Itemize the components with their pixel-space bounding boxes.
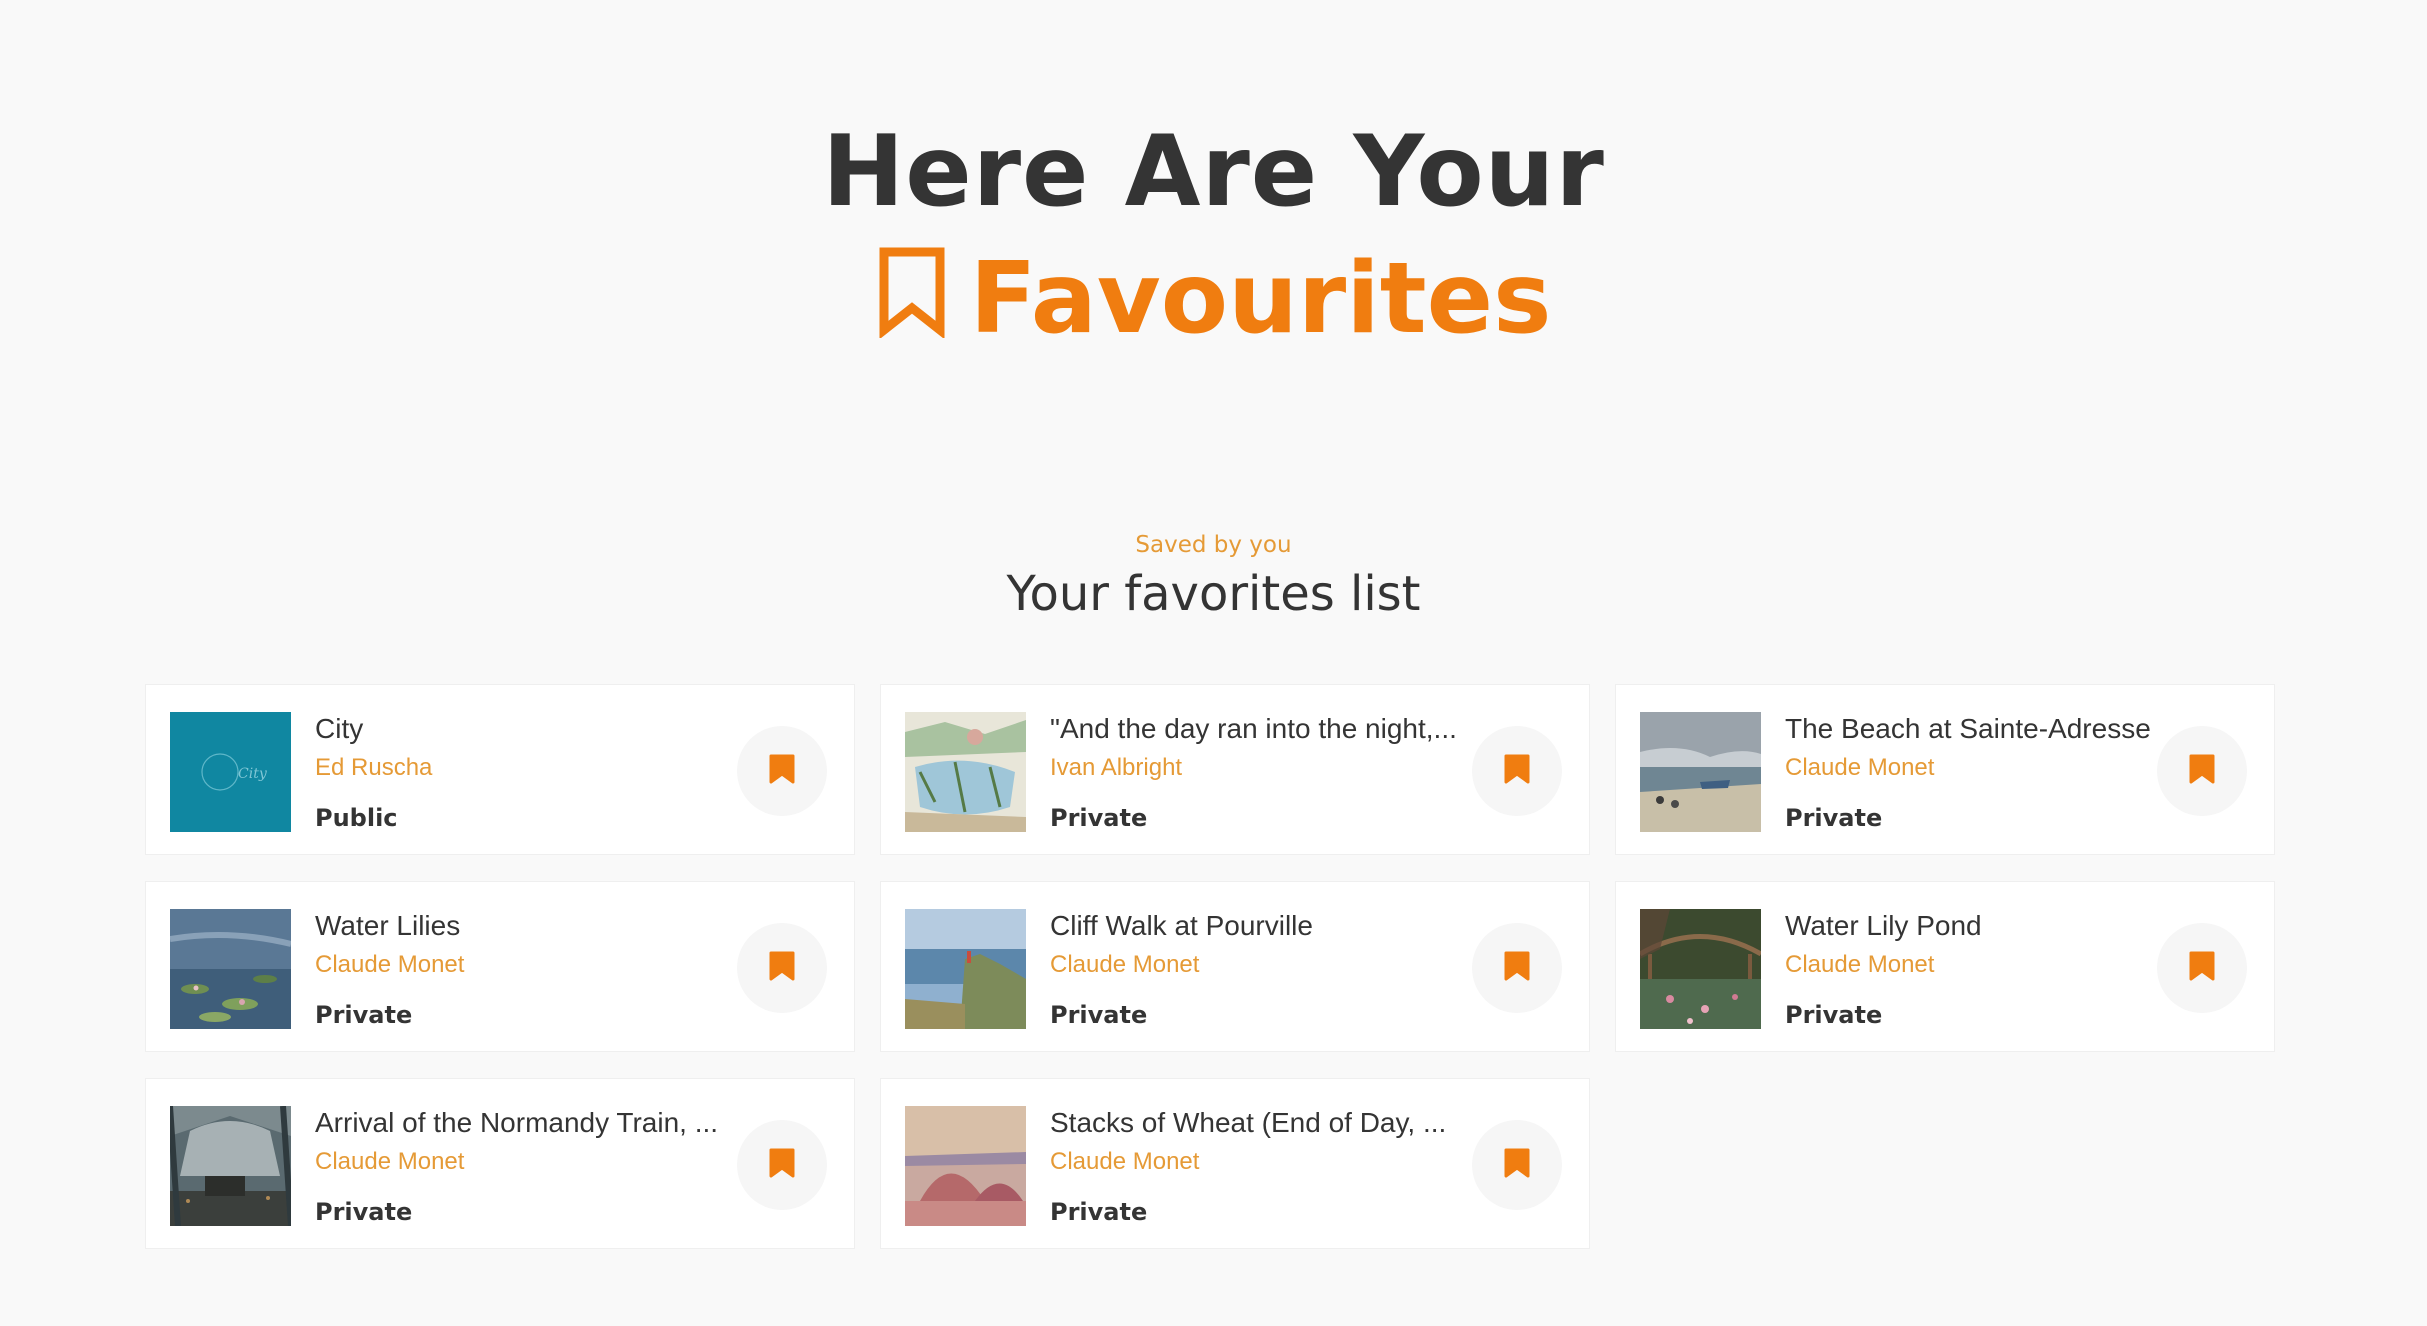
artist-name[interactable]: Claude Monet <box>1050 948 1469 982</box>
svg-text:City: City <box>238 766 268 782</box>
artwork-title[interactable]: Arrival of the Normandy Train, ... <box>315 1105 734 1141</box>
artist-name[interactable]: Claude Monet <box>315 1145 734 1179</box>
artwork-thumbnail[interactable] <box>1640 712 1761 832</box>
remove-favorite-button[interactable] <box>737 923 827 1013</box>
artist-name[interactable]: Claude Monet <box>1785 751 2154 785</box>
remove-favorite-button[interactable] <box>737 1120 827 1210</box>
bookmark-filled-icon <box>1504 754 1530 788</box>
favorite-card[interactable]: Water Lilies Claude Monet Private <box>145 881 855 1052</box>
visibility-label: Private <box>1785 804 1883 832</box>
artwork-title[interactable]: Stacks of Wheat (End of Day, ... <box>1050 1105 1469 1141</box>
bookmark-filled-icon <box>769 1148 795 1182</box>
artwork-title[interactable]: Water Lily Pond <box>1785 908 2154 944</box>
artwork-thumbnail[interactable]: City <box>170 712 291 832</box>
artwork-title[interactable]: Water Lilies <box>315 908 734 944</box>
artwork-thumbnail[interactable] <box>167 1105 294 1227</box>
visibility-label: Private <box>1050 804 1148 832</box>
favorite-card[interactable]: City City Ed Ruscha Public <box>145 684 855 855</box>
artist-name[interactable]: Ivan Albright <box>1050 751 1469 785</box>
favorite-card[interactable]: Cliff Walk at Pourville Claude Monet Pri… <box>880 881 1590 1052</box>
hero-heading-line2: Favourites <box>0 232 2427 365</box>
artwork-thumbnail[interactable] <box>1638 909 1763 1029</box>
artist-name[interactable]: Claude Monet <box>1785 948 2154 982</box>
artwork-title[interactable]: "And the day ran into the night,... <box>1050 711 1469 747</box>
section-title: Your favorites list <box>1006 566 1421 622</box>
hero-heading-line1: Here Are Your <box>822 115 1605 229</box>
visibility-label: Private <box>1050 1001 1148 1029</box>
bookmark-outline-icon <box>876 232 948 365</box>
favorite-card[interactable]: Stacks of Wheat (End of Day, ... Claude … <box>880 1078 1590 1249</box>
remove-favorite-button[interactable] <box>2157 923 2247 1013</box>
bookmark-filled-icon <box>769 754 795 788</box>
section-eyebrow: Saved by you <box>1135 532 1292 558</box>
bookmark-filled-icon <box>2189 754 2215 788</box>
remove-favorite-button[interactable] <box>1472 1120 1562 1210</box>
artwork-thumbnail[interactable] <box>905 909 1026 1029</box>
favorite-card[interactable]: "And the day ran into the night,... Ivan… <box>880 684 1590 855</box>
favorite-card[interactable]: Water Lily Pond Claude Monet Private <box>1615 881 2275 1052</box>
remove-favorite-button[interactable] <box>1472 923 1562 1013</box>
bookmark-filled-icon <box>2189 951 2215 985</box>
artwork-title[interactable]: Cliff Walk at Pourville <box>1050 908 1469 944</box>
visibility-label: Private <box>315 1001 413 1029</box>
remove-favorite-button[interactable] <box>737 726 827 816</box>
hero-accent-word: Favourites <box>969 241 1552 356</box>
artwork-title[interactable]: The Beach at Sainte-Adresse <box>1785 711 2154 747</box>
favorite-card[interactable]: Arrival of the Normandy Train, ... Claud… <box>145 1078 855 1249</box>
visibility-label: Private <box>1050 1198 1148 1226</box>
artist-name[interactable]: Ed Ruscha <box>315 751 734 785</box>
bookmark-filled-icon <box>1504 1148 1530 1182</box>
artwork-thumbnail[interactable] <box>169 909 292 1029</box>
bookmark-filled-icon <box>1504 951 1530 985</box>
favorites-grid: City City Ed Ruscha Public "And the day … <box>145 684 2278 1249</box>
remove-favorite-button[interactable] <box>1472 726 1562 816</box>
artwork-thumbnail[interactable] <box>905 712 1026 832</box>
favorite-card[interactable]: The Beach at Sainte-Adresse Claude Monet… <box>1615 684 2275 855</box>
visibility-label: Public <box>315 804 398 832</box>
artwork-thumbnail[interactable] <box>905 1106 1026 1226</box>
visibility-label: Private <box>315 1198 413 1226</box>
visibility-label: Private <box>1785 1001 1883 1029</box>
artist-name[interactable]: Claude Monet <box>315 948 734 982</box>
artwork-title[interactable]: City <box>315 711 734 747</box>
artist-name[interactable]: Claude Monet <box>1050 1145 1469 1179</box>
bookmark-filled-icon <box>769 951 795 985</box>
remove-favorite-button[interactable] <box>2157 726 2247 816</box>
